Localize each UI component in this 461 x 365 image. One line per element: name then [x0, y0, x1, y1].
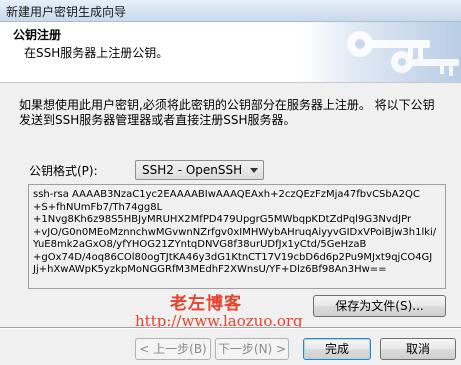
public-key-line: +vJO/G0n0MEoMznnchwMGvwnNZrfgv0xIMHWybAH… [33, 226, 437, 238]
chevron-down-icon [250, 168, 258, 173]
format-selected-value: SSH2 - OpenSSH [142, 163, 243, 177]
header-title: 公钥注册 [13, 28, 62, 42]
public-key-line: YuE8mk2aGxO8/yfYHOG21ZYntqDNVG8f38urUDfJ… [33, 239, 367, 250]
wizard-content: 如果想使用此用户密钥,必须将此密钥的公钥部分在服务器上注册。 将以下公钥 发送到… [0, 83, 461, 330]
description-line-1: 如果想使用此用户密钥,必须将此密钥的公钥部分在服务器上注册。 将以下公钥 [19, 98, 435, 112]
back-button[interactable]: < 上一步(B) [135, 338, 211, 360]
description: 如果想使用此用户密钥,必须将此密钥的公钥部分在服务器上注册。 将以下公钥 发送到… [19, 98, 449, 128]
title-bar: 新建用户密钥生成向导 [0, 0, 461, 22]
watermark-name: 老左博客 [170, 294, 242, 314]
public-key-line: +1Nvg8Kh6z98S5HBJyMRUHX2MfPD479UpgrG5MWb… [33, 214, 412, 225]
finish-button[interactable]: 完成 [303, 338, 371, 360]
format-dropdown[interactable]: SSH2 - OpenSSH [135, 160, 264, 180]
wizard-footer: < 上一步(B) 下一步(N) > 完成 取消 [0, 329, 461, 365]
public-key-line: ssh-rsa AAAAB3NzaC1yc2EAAAABIwAAAQEAxh+2… [33, 189, 420, 200]
wizard-header: 公钥注册 在SSH服务器上注册公钥。 [0, 22, 461, 83]
cancel-button[interactable]: 取消 [380, 338, 456, 360]
next-button[interactable]: 下一步(N) > [215, 338, 289, 360]
format-label: 公钥格式(P): [29, 164, 98, 178]
window-title: 新建用户密钥生成向导 [6, 5, 127, 19]
public-key-line: Jj+hXwAWpK5yzkpMoNGGRfM3MEdhF2XWnsU/YF+D… [33, 264, 387, 275]
public-key-line: +gOx74D/4oq86COl80ogTJtKA46y3dG1KtnCT17V… [33, 251, 433, 263]
description-line-2: 发送到SSH服务器管理器或者直接注册SSH服务器。 [19, 113, 296, 127]
save-to-file-button[interactable]: 保存为文件(S)... [313, 295, 446, 317]
header-subtitle: 在SSH服务器上注册公钥。 [24, 46, 169, 60]
public-key-line: +S+fhNUmFb7/Th74gg8L [33, 201, 163, 213]
public-key-textarea[interactable]: ssh-rsa AAAAB3NzaC1yc2EAAAABIwAAAQEAxh+2… [28, 184, 446, 289]
keys-icon [300, 22, 461, 82]
